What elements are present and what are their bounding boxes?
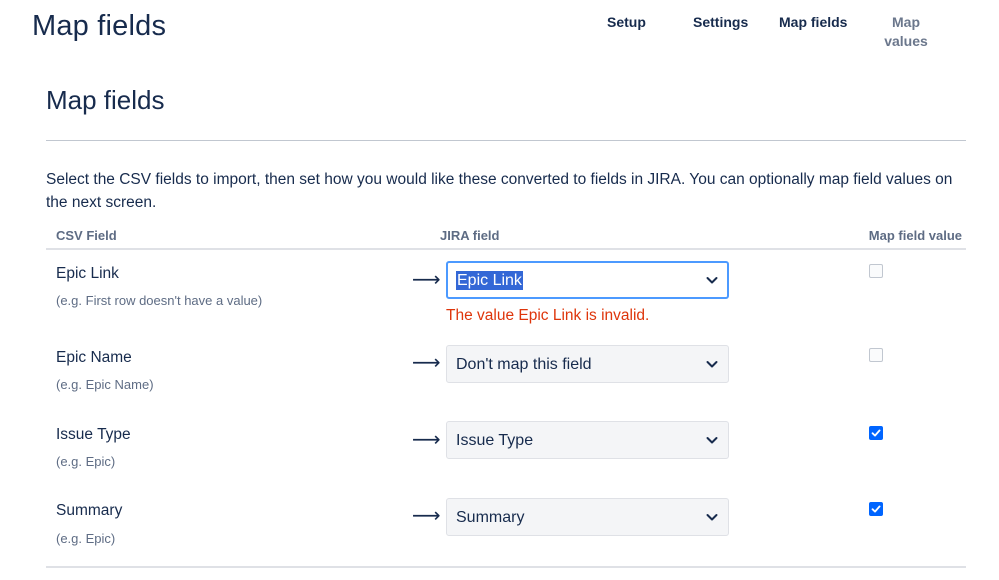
checkmark-icon (871, 505, 881, 513)
csv-field-name: Epic Name (56, 349, 132, 366)
map-field-value-checkbox[interactable] (869, 502, 883, 516)
csv-field-name: Summary (56, 502, 123, 519)
table-row: Summary (e.g. Epic) ⟶ Summary (46, 498, 966, 571)
chevron-down-icon (706, 437, 718, 444)
step-map-values[interactable]: Map values (880, 13, 932, 51)
csv-field-example: (e.g. Epic Name) (56, 377, 154, 392)
jira-field-select[interactable]: Don't map this field (446, 345, 729, 383)
csv-field-example: (e.g. First row doesn't have a value) (56, 293, 263, 308)
jira-field-select[interactable]: Summary (446, 498, 729, 536)
checkmark-icon (871, 429, 881, 437)
column-header-csv-field: CSV Field (56, 228, 117, 243)
chevron-down-icon (706, 361, 718, 368)
column-header-map-field-value: Map field value (868, 228, 962, 243)
description-text: Select the CSV fields to import, then se… (46, 171, 953, 211)
page-heading: Map fields (46, 85, 165, 115)
arrow-icon: ⟶ (412, 269, 441, 291)
table-bottom-divider (46, 566, 966, 568)
step-settings[interactable]: Settings (693, 13, 748, 32)
progress-steps: Setup Settings Map fields Map values (0, 13, 999, 53)
select-value: Don't map this field (456, 356, 592, 373)
arrow-icon: ⟶ (412, 352, 441, 374)
csv-field-name: Epic Link (56, 265, 119, 282)
step-setup[interactable]: Setup (607, 13, 646, 32)
step-map-fields[interactable]: Map fields (779, 13, 847, 32)
csv-field-example: (e.g. Epic) (56, 531, 116, 546)
validation-error: The value Epic Link is invalid. (446, 307, 650, 324)
table-row: Epic Name (e.g. Epic Name) ⟶ Don't map t… (46, 345, 966, 418)
chevron-down-icon (706, 277, 718, 284)
map-field-value-checkbox[interactable] (869, 426, 883, 440)
field-mapping-table: CSV Field JIRA field Map field value Epi… (46, 224, 966, 546)
jira-field-select[interactable]: Issue Type (446, 421, 729, 459)
table-header: CSV Field JIRA field Map field value (46, 224, 966, 250)
map-field-value-checkbox[interactable] (869, 264, 883, 278)
column-header-jira-field: JIRA field (440, 228, 500, 243)
select-value: Epic Link (456, 271, 523, 290)
heading-divider (46, 140, 966, 141)
table-row: Epic Link (e.g. First row doesn't have a… (46, 261, 966, 354)
chevron-down-icon (706, 514, 718, 521)
map-field-value-checkbox[interactable] (869, 348, 883, 362)
csv-field-example: (e.g. Epic) (56, 454, 116, 469)
arrow-icon: ⟶ (412, 505, 441, 527)
csv-field-name: Issue Type (56, 426, 131, 443)
arrow-icon: ⟶ (412, 429, 441, 451)
select-value: Issue Type (456, 432, 534, 449)
jira-field-select[interactable]: Epic Link (446, 261, 729, 299)
select-value: Summary (456, 509, 525, 526)
table-row: Issue Type (e.g. Epic) ⟶ Issue Type (46, 421, 966, 495)
